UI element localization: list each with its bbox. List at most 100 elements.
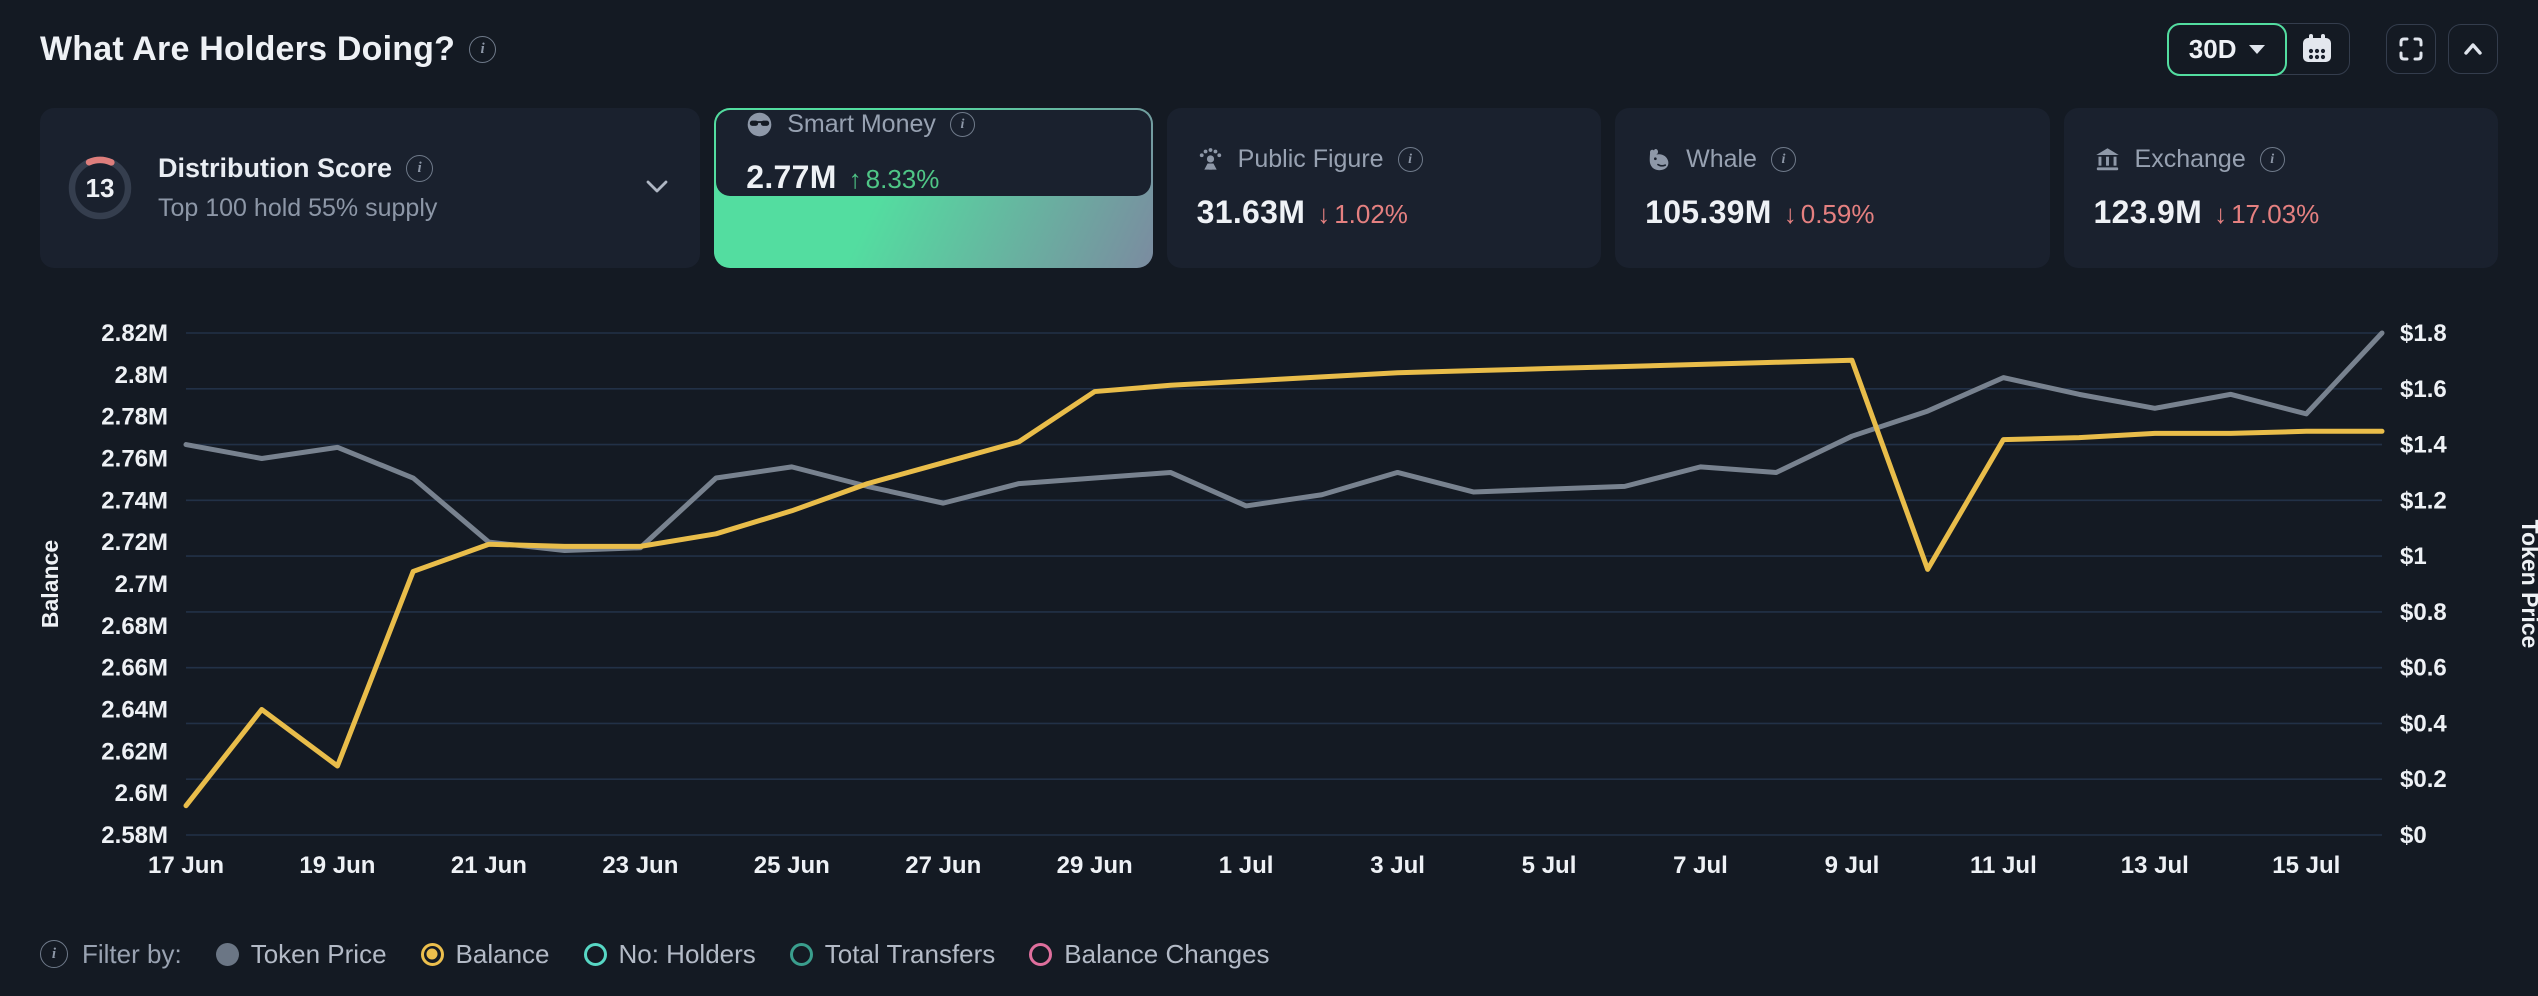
collapse-button[interactable] bbox=[2448, 24, 2498, 74]
left-axis-tick: 2.58M bbox=[101, 822, 168, 849]
panel-header: What Are Holders Doing? i 30D bbox=[40, 10, 2498, 88]
left-axis-tick: 2.82M bbox=[101, 320, 168, 347]
public-figure-label: Public Figure bbox=[1238, 145, 1384, 174]
x-axis-tick: 29 Jun bbox=[1057, 852, 1133, 879]
distribution-score-value: 13 bbox=[86, 173, 115, 203]
right-axis-tick: $0 bbox=[2400, 822, 2427, 849]
x-axis-tick: 13 Jul bbox=[2121, 852, 2189, 879]
x-axis-tick: 3 Jul bbox=[1370, 852, 1425, 879]
whale-value: 105.39M bbox=[1645, 194, 1772, 231]
holders-panel: What Are Holders Doing? i 30D bbox=[0, 0, 2538, 996]
smart-money-icon bbox=[746, 111, 773, 138]
legend-item-total-transfers[interactable]: Total Transfers bbox=[790, 939, 996, 970]
right-axis-tick: $0.4 bbox=[2400, 710, 2447, 737]
left-axis-tick: 2.66M bbox=[101, 655, 168, 682]
balance-swatch-icon bbox=[421, 943, 444, 966]
holders-chart[interactable]: 2.82M 2.8M 2.78M 2.76M 2.74M 2.72M 2.7M 2.68M 2.… bbox=[0, 296, 2538, 912]
exchange-label: Exchange bbox=[2135, 145, 2246, 174]
title-info-icon[interactable]: i bbox=[469, 36, 496, 63]
date-range-group: 30D bbox=[2167, 23, 2350, 75]
chart-legend: i Filter by: Token Price Balance No: Hol… bbox=[40, 930, 1270, 978]
right-axis-tick: $0.2 bbox=[2400, 766, 2447, 793]
smart-money-label: Smart Money bbox=[787, 110, 936, 139]
right-axis-tick: $1.6 bbox=[2400, 376, 2447, 403]
legend-item-balance-changes[interactable]: Balance Changes bbox=[1029, 939, 1269, 970]
public-figure-value: 31.63M bbox=[1197, 194, 1306, 231]
left-axis-tick: 2.68M bbox=[101, 613, 168, 640]
x-axis-tick: 1 Jul bbox=[1219, 852, 1274, 879]
whale-card[interactable]: Whale i 105.39M ↓0.59% bbox=[1615, 108, 2049, 268]
left-axis-tick: 2.7M bbox=[115, 571, 168, 598]
smart-money-value: 2.77M bbox=[746, 159, 836, 196]
left-axis-tick: 2.8M bbox=[115, 362, 168, 389]
dropdown-caret-icon bbox=[2249, 45, 2265, 54]
x-axis-tick: 9 Jul bbox=[1825, 852, 1880, 879]
x-axis-tick: 25 Jun bbox=[754, 852, 830, 879]
legend-item-token-price[interactable]: Token Price bbox=[216, 939, 387, 970]
balance-line bbox=[186, 360, 2382, 806]
token-price-line bbox=[186, 333, 2382, 551]
right-axis-title: Token Price bbox=[2517, 520, 2538, 649]
page-title: What Are Holders Doing? bbox=[40, 30, 455, 69]
no-holders-swatch-icon bbox=[584, 943, 607, 966]
left-axis-tick: 2.76M bbox=[101, 446, 168, 473]
exchange-info-icon[interactable]: i bbox=[2260, 147, 2285, 172]
right-axis-tick: $1.8 bbox=[2400, 320, 2447, 347]
filter-by-label: Filter by: bbox=[82, 939, 182, 970]
stat-cards-row: 13 Distribution Score i Top 100 hold 55%… bbox=[40, 108, 2498, 268]
exchange-delta: ↓17.03% bbox=[2214, 199, 2319, 230]
whale-icon bbox=[1645, 146, 1672, 173]
x-axis-tick: 5 Jul bbox=[1522, 852, 1577, 879]
public-figure-info-icon[interactable]: i bbox=[1398, 147, 1423, 172]
smart-money-card[interactable]: Smart Money i 2.77M ↑8.33% bbox=[716, 110, 1150, 196]
x-axis-tick: 17 Jun bbox=[148, 852, 224, 879]
fullscreen-icon bbox=[2397, 35, 2425, 63]
range-dropdown-button[interactable]: 30D bbox=[2167, 23, 2287, 76]
balance-changes-swatch-icon bbox=[1029, 943, 1052, 966]
distribution-expand-button[interactable] bbox=[640, 174, 674, 202]
right-axis-tick: $1.2 bbox=[2400, 487, 2447, 514]
exchange-card[interactable]: Exchange i 123.9M ↓17.03% bbox=[2064, 108, 2498, 268]
distribution-score-subtitle: Top 100 hold 55% supply bbox=[158, 194, 437, 223]
public-figure-icon bbox=[1197, 146, 1224, 173]
left-axis-tick: 2.6M bbox=[115, 780, 168, 807]
right-axis-tick: $0.8 bbox=[2400, 599, 2447, 626]
left-axis-title: Balance bbox=[37, 540, 63, 628]
smart-money-info-icon[interactable]: i bbox=[950, 112, 975, 137]
x-axis-tick: 15 Jul bbox=[2272, 852, 2340, 879]
legend-item-no-holders[interactable]: No: Holders bbox=[584, 939, 756, 970]
distribution-score-card: 13 Distribution Score i Top 100 hold 55%… bbox=[40, 108, 700, 268]
collapse-chevron-up-icon bbox=[2459, 35, 2487, 63]
x-axis-tick: 27 Jun bbox=[905, 852, 981, 879]
left-axis-tick: 2.64M bbox=[101, 697, 168, 724]
right-axis-tick: $0.6 bbox=[2400, 655, 2447, 682]
filter-info-icon[interactable]: i bbox=[40, 940, 68, 968]
exchange-icon bbox=[2094, 146, 2121, 173]
legend-item-balance[interactable]: Balance bbox=[421, 939, 550, 970]
distribution-info-icon[interactable]: i bbox=[406, 155, 433, 182]
whale-label: Whale bbox=[1686, 145, 1757, 174]
left-axis-tick: 2.62M bbox=[101, 738, 168, 765]
smart-money-delta: ↑8.33% bbox=[849, 164, 940, 195]
calendar-button[interactable] bbox=[2285, 24, 2349, 74]
x-axis-tick: 19 Jun bbox=[299, 852, 375, 879]
exchange-value: 123.9M bbox=[2094, 194, 2203, 231]
token-price-swatch-icon bbox=[216, 943, 239, 966]
public-figure-card[interactable]: Public Figure i 31.63M ↓1.02% bbox=[1167, 108, 1601, 268]
left-axis-tick: 2.72M bbox=[101, 529, 168, 556]
right-axis-tick: $1 bbox=[2400, 543, 2427, 570]
header-controls: 30D bbox=[2167, 23, 2498, 75]
distribution-score-gauge: 13 bbox=[66, 154, 134, 222]
smart-money-card-selected-border: Smart Money i 2.77M ↑8.33% bbox=[714, 108, 1152, 268]
range-dropdown-label: 30D bbox=[2189, 34, 2237, 65]
fullscreen-button[interactable] bbox=[2386, 24, 2436, 74]
left-axis-tick: 2.74M bbox=[101, 487, 168, 514]
x-axis-tick: 21 Jun bbox=[451, 852, 527, 879]
x-axis-tick: 23 Jun bbox=[602, 852, 678, 879]
whale-delta: ↓0.59% bbox=[1784, 199, 1875, 230]
chevron-down-icon bbox=[646, 180, 668, 193]
whale-info-icon[interactable]: i bbox=[1771, 147, 1796, 172]
right-axis-tick: $1.4 bbox=[2400, 432, 2447, 459]
calendar-icon bbox=[2300, 33, 2334, 65]
left-axis-tick: 2.78M bbox=[101, 404, 168, 431]
